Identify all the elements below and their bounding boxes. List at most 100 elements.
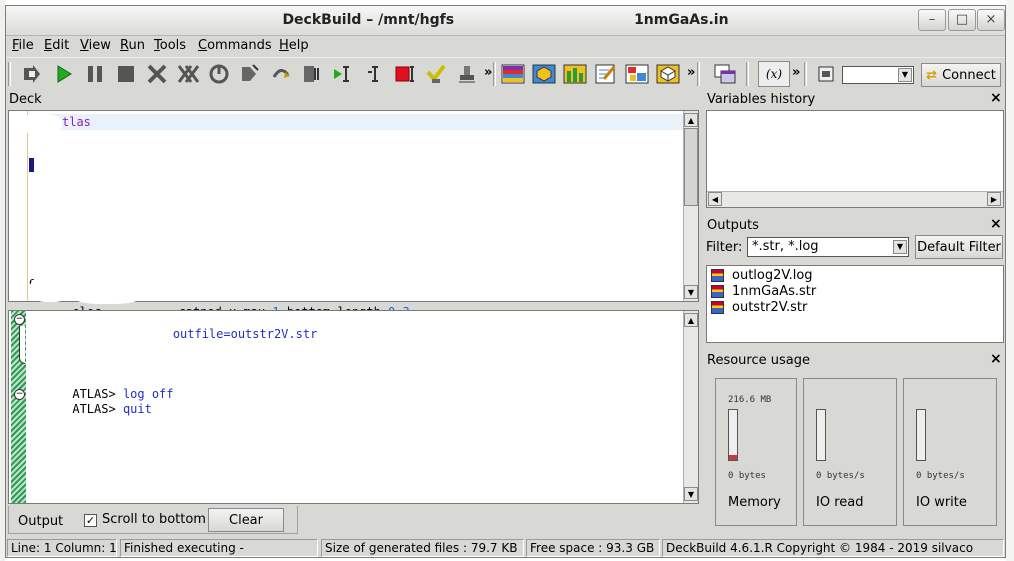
desktop-strip-right [1006, 0, 1014, 561]
list-item[interactable]: outlog2V.log [711, 268, 813, 283]
scroll-up-icon[interactable]: ▲ [684, 113, 698, 127]
scroll-up-icon[interactable]: ▲ [684, 313, 698, 327]
deck-scrollbar[interactable]: ▲ ▼ [683, 111, 698, 301]
list-item[interactable]: outstr2V.str [711, 300, 807, 315]
fold-minus-icon[interactable]: − [14, 314, 25, 325]
menu-edit[interactable]: Edit [44, 38, 69, 53]
output-tab[interactable]: Output [18, 514, 63, 529]
toolbar-overflow-3[interactable]: » [792, 65, 800, 80]
toolbar-overflow-1[interactable]: » [484, 65, 492, 80]
run-to-line-icon[interactable] [330, 61, 356, 87]
toolbar-separator-3 [746, 62, 749, 86]
title-bar: DeckBuild – /mnt/hgfs 1nmGaAs.in – □ × [6, 6, 1005, 36]
deck-label: Deck [9, 92, 42, 107]
breakpoint-icon[interactable] [392, 61, 418, 87]
pause-icon[interactable] [82, 61, 108, 87]
variables-hscrollbar[interactable]: ◀ ▶ [707, 191, 1003, 207]
minimize-button[interactable]: – [918, 9, 946, 31]
io-read-label: IO read [816, 495, 864, 510]
windows-icon[interactable] [712, 61, 738, 87]
scroll-to-bottom-checkbox[interactable]: ✓ [84, 514, 97, 527]
filter-combo[interactable]: *.str, *.log ▼ [747, 237, 909, 257]
check-icon[interactable] [423, 61, 449, 87]
structure-icon[interactable] [562, 61, 588, 87]
default-filter-button[interactable]: Default Filter [915, 235, 1003, 259]
stamp-icon[interactable] [454, 61, 480, 87]
stop-icon[interactable] [113, 61, 139, 87]
close-icon[interactable]: × [990, 216, 1002, 232]
io-write-gauge-box: 0 bytes/s IO write [903, 378, 997, 526]
toolbar-separator-4 [804, 62, 807, 86]
status-state: Finished executing - [120, 539, 318, 557]
step-over-icon[interactable] [268, 61, 294, 87]
connect-button[interactable]: ⇄ Connect [921, 63, 1001, 87]
toolbar-grip [8, 62, 11, 86]
io-write-label: IO write [916, 495, 967, 510]
run-icon[interactable] [51, 61, 77, 87]
menu-bar: File Edit View Run Tools Commands Help [6, 36, 1005, 56]
menu-file[interactable]: File [12, 38, 34, 53]
step-icon[interactable] [237, 61, 263, 87]
tonyplot-icon[interactable] [500, 61, 526, 87]
run-to-icon[interactable] [19, 61, 45, 87]
package-icon[interactable] [655, 61, 681, 87]
memory-gauge-fill [729, 455, 737, 460]
server-icon[interactable] [813, 61, 839, 87]
deck-editor[interactable]: tlas e. elec=catnod x.max=1 bottom lengt… [8, 110, 699, 319]
file-icon [711, 301, 724, 314]
variables-button[interactable]: (x) [758, 61, 790, 87]
list-item[interactable]: 1nmGaAs.str [711, 284, 816, 299]
variables-icon: (x) [765, 67, 783, 81]
edit-deck-icon[interactable] [593, 61, 619, 87]
variables-history-list[interactable]: ◀ ▶ [706, 110, 1004, 208]
io-read-gauge-box: 0 bytes/s IO read [803, 378, 897, 526]
memory-label: Memory [728, 495, 781, 510]
scroll-left-icon[interactable]: ◀ [708, 192, 722, 206]
memory-bottom-value: 0 bytes [728, 471, 766, 481]
cursor-icon[interactable] [361, 61, 387, 87]
toolbar-overflow-2[interactable]: » [687, 65, 695, 80]
scroll-down-icon[interactable]: ▼ [684, 487, 698, 501]
power-icon[interactable] [206, 61, 232, 87]
resource-usage-title: Resource usage [707, 353, 810, 368]
fold-bracket [19, 326, 25, 364]
connect-label: Connect [942, 67, 996, 83]
line-marker-icon[interactable] [299, 61, 325, 87]
menu-view[interactable]: View [80, 38, 111, 53]
devedit-icon[interactable] [531, 61, 557, 87]
variables-history-title: Variables history [707, 92, 816, 107]
close-icon[interactable]: × [990, 351, 1002, 367]
console-line-3: ATLAS> quit [72, 402, 152, 416]
menu-run[interactable]: Run [120, 38, 145, 53]
redaction [72, 286, 142, 304]
redaction [30, 276, 70, 302]
kill-icon[interactable] [144, 61, 170, 87]
filter-value: *.str, *.log [752, 239, 819, 254]
close-window-button[interactable]: × [977, 9, 1005, 31]
console-scrollbar[interactable]: ▲ ▼ [683, 311, 698, 503]
memory-top-value: 216.6 MB [728, 395, 772, 405]
close-icon[interactable]: × [990, 90, 1002, 106]
fold-minus-icon[interactable]: − [14, 389, 25, 400]
file-icon [711, 285, 724, 298]
scroll-down-icon[interactable]: ▼ [684, 285, 698, 299]
mask-icon[interactable] [624, 61, 650, 87]
server-combo[interactable]: ▼ [842, 66, 914, 84]
toolbar-separator-1 [493, 62, 496, 86]
menu-help[interactable]: Help [279, 38, 309, 53]
chevron-down-icon[interactable]: ▼ [893, 240, 907, 254]
menu-tools[interactable]: Tools [154, 38, 186, 53]
redaction [18, 114, 62, 134]
clear-button[interactable]: Clear [208, 508, 284, 532]
toolbar: » » (x) » ▼ ⇄ Connect [6, 57, 1005, 89]
chevron-down-icon[interactable]: ▼ [898, 68, 912, 82]
maximize-button[interactable]: □ [948, 9, 976, 31]
menu-commands[interactable]: Commands [198, 38, 272, 53]
scroll-right-icon[interactable]: ▶ [987, 192, 1001, 206]
kill-all-icon[interactable] [175, 61, 201, 87]
outputs-list[interactable]: outlog2V.log 1nmGaAs.str outstr2V.str [706, 265, 1004, 343]
status-size: Size of generated files : 79.7 KB [321, 539, 524, 557]
memory-gauge-box: 216.6 MB 0 bytes Memory [715, 378, 797, 526]
status-position: Line: 1 Column: 1 [7, 539, 117, 557]
deck-scroll-thumb[interactable] [684, 128, 698, 206]
